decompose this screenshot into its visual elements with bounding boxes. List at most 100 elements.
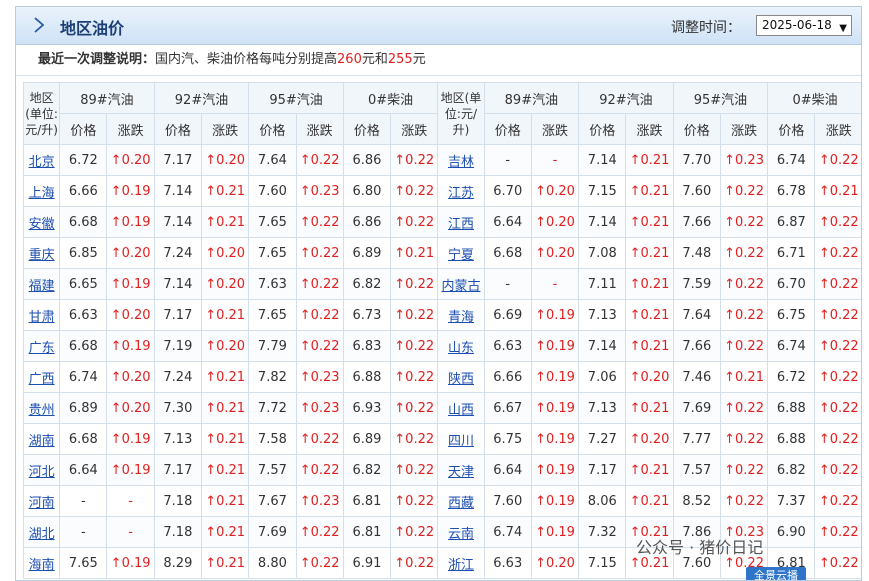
price-cell: 7.79 <box>248 330 297 362</box>
price-cell: - <box>483 144 532 176</box>
price-cell: 7.60 <box>672 175 721 207</box>
price-cell: 7.69 <box>672 392 721 424</box>
price-cell: 7.14 <box>153 268 203 300</box>
change-cell: ↑0.22 <box>814 516 861 548</box>
price-cell: 7.63 <box>248 268 297 300</box>
change-cell: ↑0.19 <box>530 485 580 517</box>
change-cell: - <box>106 516 155 548</box>
region-link[interactable]: 宁夏 <box>437 237 485 269</box>
region-link[interactable]: 江苏 <box>437 175 485 207</box>
region-link[interactable]: 福建 <box>22 268 61 300</box>
change-cell: ↑0.22 <box>719 237 769 269</box>
change-cell: ↑0.21 <box>625 237 674 269</box>
price-cell: 6.80 <box>342 175 392 207</box>
region-link[interactable]: 广西 <box>22 361 61 393</box>
change-cell: ↑0.21 <box>200 175 250 207</box>
adjust-date-value: 2025-06-18 <box>762 18 832 32</box>
table-row: 广东 6.68 ↑0.19 7.19 ↑0.20 7.79 ↑0.22 6.83 ↑0.22 山东… <box>22 330 861 362</box>
change-cell: ↑0.23 <box>295 392 344 424</box>
table-row: 河南 - -7.18 ↑0.21 7.67 ↑0.23 6.81 ↑0.22 西藏 7.60 ↑0.… <box>22 485 861 517</box>
price-cell: 6.64 <box>483 454 532 486</box>
price-cell: 8.52 <box>672 485 721 517</box>
region-link[interactable]: 安徽 <box>22 206 61 238</box>
region-link[interactable]: 上海 <box>22 175 61 207</box>
panel-header: 地区油价 调整时间： 2025-06-18 ▼ <box>16 7 861 45</box>
region-link[interactable]: 广东 <box>22 330 61 362</box>
price-cell: 6.89 <box>59 392 108 424</box>
price-cell: 7.69 <box>248 516 297 548</box>
region-link[interactable]: 吉林 <box>437 144 485 176</box>
adjust-date-select[interactable]: 2025-06-18 ▼ <box>756 15 852 36</box>
region-link[interactable]: 西藏 <box>437 485 485 517</box>
region-link[interactable]: 海南 <box>22 547 61 579</box>
price-cell: 7.14 <box>153 206 203 238</box>
price-cell: 7.65 <box>59 547 108 579</box>
price-cell: 6.86 <box>342 206 392 238</box>
region-link[interactable]: 山东 <box>437 330 485 362</box>
note-diesel-raise: 255 <box>387 52 413 67</box>
region-link[interactable]: 江西 <box>437 206 485 238</box>
region-link[interactable]: 河北 <box>22 454 61 486</box>
region-link[interactable]: 山西 <box>437 392 485 424</box>
price-cell: 6.86 <box>342 144 392 176</box>
region-link[interactable]: 湖北 <box>22 516 61 548</box>
region-link[interactable]: 四川 <box>437 423 485 455</box>
region-link[interactable]: 内蒙古 <box>437 268 485 300</box>
region-link[interactable]: 天津 <box>437 454 485 486</box>
price-cell: 7.14 <box>578 206 627 238</box>
change-cell: ↑0.21 <box>200 392 250 424</box>
adjust-time-label: 调整时间： <box>671 20 741 36</box>
region-link[interactable]: 浙江 <box>437 547 485 579</box>
region-link[interactable]: 重庆 <box>22 237 61 269</box>
change-cell: ↑0.22 <box>814 454 861 486</box>
region-link[interactable]: 河南 <box>22 485 61 517</box>
change-cell: ↑0.22 <box>814 144 861 176</box>
change-header: 涨跌 <box>390 113 439 145</box>
change-cell: ↑0.19 <box>106 206 155 238</box>
region-link[interactable]: 甘肃 <box>22 299 61 331</box>
fuel-header: 92#汽油 <box>153 82 250 114</box>
change-cell: ↑0.23 <box>719 144 769 176</box>
price-cell: 6.69 <box>483 299 532 331</box>
price-cell: 7.46 <box>672 361 721 393</box>
change-cell: ↑0.23 <box>295 485 344 517</box>
change-cell: ↑0.22 <box>390 392 439 424</box>
price-cell: 7.32 <box>578 516 627 548</box>
fuel-header: 95#汽油 <box>248 82 344 114</box>
change-cell: ↑0.19 <box>106 423 155 455</box>
change-header: 涨跌 <box>295 113 344 145</box>
table-header-row-1: 地区 (单位: 元/升) 89#汽油 92#汽油 95#汽油 0#柴油 地区(单… <box>22 82 861 145</box>
change-header: 涨跌 <box>530 113 580 145</box>
price-cell: 6.75 <box>767 299 816 331</box>
oil-price-panel: 地区油价 调整时间： 2025-06-18 ▼ 最近一次调整说明：国内汽、柴油价… <box>15 6 862 581</box>
price-cell: 6.82 <box>767 454 816 486</box>
price-cell: 7.17 <box>578 454 627 486</box>
price-cell: 6.72 <box>59 144 108 176</box>
change-cell: ↑0.22 <box>814 299 861 331</box>
fuel-header: 95#汽油 <box>672 82 769 114</box>
change-cell: ↑0.21 <box>719 361 769 393</box>
change-cell: ↑0.19 <box>106 454 155 486</box>
region-link[interactable]: 陕西 <box>437 361 485 393</box>
price-cell: 6.81 <box>342 516 392 548</box>
price-cell: 7.37 <box>767 485 816 517</box>
note-mid: 元和 <box>361 52 388 67</box>
region-link[interactable]: 北京 <box>22 144 61 176</box>
change-header: 涨跌 <box>200 113 250 145</box>
change-cell: ↑0.20 <box>106 392 155 424</box>
region-link[interactable]: 湖南 <box>22 423 61 455</box>
region-link[interactable]: 贵州 <box>22 392 61 424</box>
price-cell: 6.82 <box>342 454 392 486</box>
change-cell: ↑0.22 <box>814 361 861 393</box>
price-cell: 6.63 <box>483 547 532 579</box>
region-link[interactable]: 青海 <box>437 299 485 331</box>
change-cell: ↑0.20 <box>200 237 250 269</box>
price-header: 价格 <box>59 113 108 145</box>
region-link[interactable]: 云南 <box>437 516 485 548</box>
change-cell: ↑0.22 <box>390 330 439 362</box>
price-cell: 7.64 <box>672 299 721 331</box>
panel-title: 地区油价 <box>60 19 125 38</box>
change-cell: ↑0.21 <box>200 206 250 238</box>
change-header: 涨跌 <box>625 113 674 145</box>
price-header: 价格 <box>483 113 532 145</box>
